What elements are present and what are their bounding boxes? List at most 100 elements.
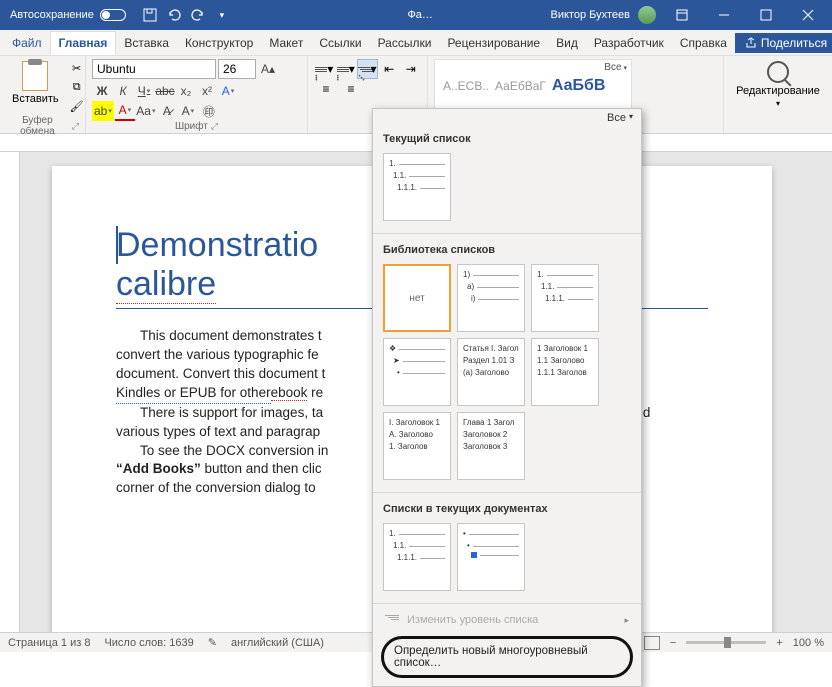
status-page[interactable]: Страница 1 из 8 — [8, 637, 90, 649]
clipboard-launcher-icon[interactable]: ⤢ — [72, 121, 79, 132]
define-new-label: Определить новый многоуровневый список… — [394, 645, 620, 669]
define-new-list-button[interactable]: Определить новый многоуровневый список… — [381, 636, 633, 678]
status-spellcheck-icon[interactable]: ✎ — [208, 636, 217, 649]
section-library: Библиотека списков — [373, 238, 641, 260]
decrease-indent-button[interactable]: ⇤ — [379, 59, 400, 79]
status-word-count[interactable]: Число слов: 1639 — [104, 637, 193, 649]
font-size-input[interactable] — [218, 59, 256, 79]
style-preview-3: АаБбВ — [552, 77, 606, 95]
tab-mailings[interactable]: Рассылки — [370, 32, 440, 54]
copy-button[interactable]: ⧉ — [67, 78, 87, 96]
align-center-button[interactable]: ≡ — [339, 79, 363, 99]
tab-help[interactable]: Справка — [672, 32, 735, 54]
dropdown-all[interactable]: Все — [373, 109, 641, 127]
qat-dropdown-icon[interactable]: ▾ — [214, 7, 230, 23]
current-list-tile[interactable]: 1. 1.1. 1.1.1. — [383, 153, 451, 221]
align-left-button[interactable]: ≡ — [314, 79, 338, 99]
font-color-button[interactable]: A — [115, 101, 135, 121]
underline-button[interactable]: Ч — [134, 81, 154, 101]
web-layout-icon[interactable] — [644, 636, 660, 650]
list-tile-bullets[interactable]: ❖ ➤ • — [383, 338, 451, 406]
list-tile-roman[interactable]: I. Заголовок 1 A. Заголово 1. Заголов — [383, 412, 451, 480]
minimize-button[interactable] — [704, 0, 744, 30]
tab-layout[interactable]: Макет — [261, 32, 311, 54]
superscript-button[interactable]: x² — [197, 81, 217, 101]
grow-font-button[interactable]: A▴ — [258, 59, 278, 79]
tab-design[interactable]: Конструктор — [177, 32, 261, 54]
list-tile-chapter[interactable]: Глава 1 Загол Заголовок 2 Заголовок 3 — [457, 412, 525, 480]
paste-label: Вставить — [12, 93, 59, 105]
maximize-button[interactable] — [746, 0, 786, 30]
share-label: Поделиться — [761, 36, 827, 50]
enclose-button[interactable]: ㊞ — [199, 101, 219, 121]
format-painter-button[interactable]: 🖌 — [67, 97, 87, 115]
list-tile-paren[interactable]: 1) a) i) — [457, 264, 525, 332]
ribbon-tabs: Файл Главная Вставка Конструктор Макет С… — [0, 30, 832, 56]
undo-icon[interactable] — [166, 7, 182, 23]
bullets-button[interactable]: ▾ — [314, 59, 335, 79]
multilevel-list-button[interactable]: ▾ — [357, 59, 378, 79]
paste-button[interactable]: Вставить — [6, 59, 65, 115]
tab-developer[interactable]: Разработчик — [586, 32, 672, 54]
change-level-label: Изменить уровень списка — [407, 614, 538, 626]
indent-icon — [385, 615, 399, 625]
zoom-slider[interactable] — [686, 641, 766, 644]
share-button[interactable]: Поделиться — [735, 33, 832, 53]
editing-button[interactable]: Редактирование ▾ — [730, 59, 826, 110]
tab-insert[interactable]: Вставка — [116, 32, 177, 54]
title-line-2: calibre — [116, 265, 216, 304]
highlight-button[interactable]: ab — [92, 101, 114, 121]
multilevel-list-dropdown: Все Текущий список 1. 1.1. 1.1.1. Библио… — [372, 108, 642, 687]
title-bar: Автосохранение ▾ Фа… Виктор Бухтеев — [0, 0, 832, 30]
list-tile-article[interactable]: Статья I. Загол Раздел 1.01 З (a) Заголо… — [457, 338, 525, 406]
strike-button[interactable]: abc — [155, 81, 175, 101]
tab-references[interactable]: Ссылки — [311, 32, 369, 54]
zoom-out-button[interactable]: − — [670, 637, 676, 649]
tab-view[interactable]: Вид — [548, 32, 586, 54]
user-account[interactable]: Виктор Бухтеев — [551, 6, 662, 24]
font-launcher-icon[interactable]: ⤢ — [211, 121, 218, 132]
style-preview-1: А..ЕСВ.. — [443, 79, 489, 93]
increase-indent-button[interactable]: ⇥ — [400, 59, 421, 79]
zoom-in-button[interactable]: + — [776, 637, 782, 649]
doc-title: Фа… — [230, 9, 551, 21]
avatar-icon — [638, 6, 656, 24]
share-icon — [745, 37, 757, 49]
font-group: A▴ Ж К Ч abc x₂ x² A ab A Aa A̷ A ㊞ Шриф… — [86, 56, 308, 133]
autosave-label: Автосохранение — [10, 9, 94, 21]
font-family-input[interactable] — [92, 59, 216, 79]
list-tile-none[interactable]: нет — [383, 264, 451, 332]
italic-button[interactable]: К — [113, 81, 133, 101]
tab-file[interactable]: Файл — [4, 32, 50, 54]
list-tile-num[interactable]: 1. 1.1. 1.1.1. — [531, 264, 599, 332]
styles-gallery[interactable]: А..ЕСВ.. АаЕбВаГ АаБбВ Все — [434, 59, 632, 113]
vertical-ruler[interactable] — [0, 152, 20, 632]
text-effects-button[interactable]: A — [218, 81, 238, 101]
doc-list-tile-2[interactable]: • • — [457, 523, 525, 591]
change-case-button[interactable]: Aa — [136, 101, 156, 121]
doc-list-tile-1[interactable]: 1. 1.1. 1.1.1. — [383, 523, 451, 591]
window-controls — [662, 0, 828, 30]
status-language[interactable]: английский (США) — [231, 637, 324, 649]
section-current-list: Текущий список — [373, 127, 641, 149]
ribbon-options-button[interactable] — [662, 0, 702, 30]
close-button[interactable] — [788, 0, 828, 30]
redo-icon[interactable] — [190, 7, 206, 23]
save-icon[interactable] — [142, 7, 158, 23]
cut-button[interactable]: ✂ — [67, 59, 87, 77]
editing-group: Редактирование ▾ — [724, 56, 832, 133]
styles-all-label[interactable]: Все — [604, 62, 627, 73]
font-group-label: Шрифт — [175, 121, 208, 132]
user-name: Виктор Бухтеев — [551, 9, 630, 21]
chevron-right-icon: ▸ — [624, 615, 629, 626]
zoom-level[interactable]: 100 % — [793, 637, 824, 649]
autosave-toggle[interactable]: Автосохранение — [4, 9, 132, 21]
clear-format-button[interactable]: A̷ — [157, 101, 177, 121]
char-border-button[interactable]: A — [178, 101, 198, 121]
subscript-button[interactable]: x₂ — [176, 81, 196, 101]
bold-button[interactable]: Ж — [92, 81, 112, 101]
tab-home[interactable]: Главная — [50, 31, 117, 55]
list-tile-heading[interactable]: 1 Заголовок 1 1.1 Заголово 1.1.1 Заголов — [531, 338, 599, 406]
numbering-button[interactable]: ▾ — [336, 59, 357, 79]
tab-review[interactable]: Рецензирование — [439, 32, 548, 54]
